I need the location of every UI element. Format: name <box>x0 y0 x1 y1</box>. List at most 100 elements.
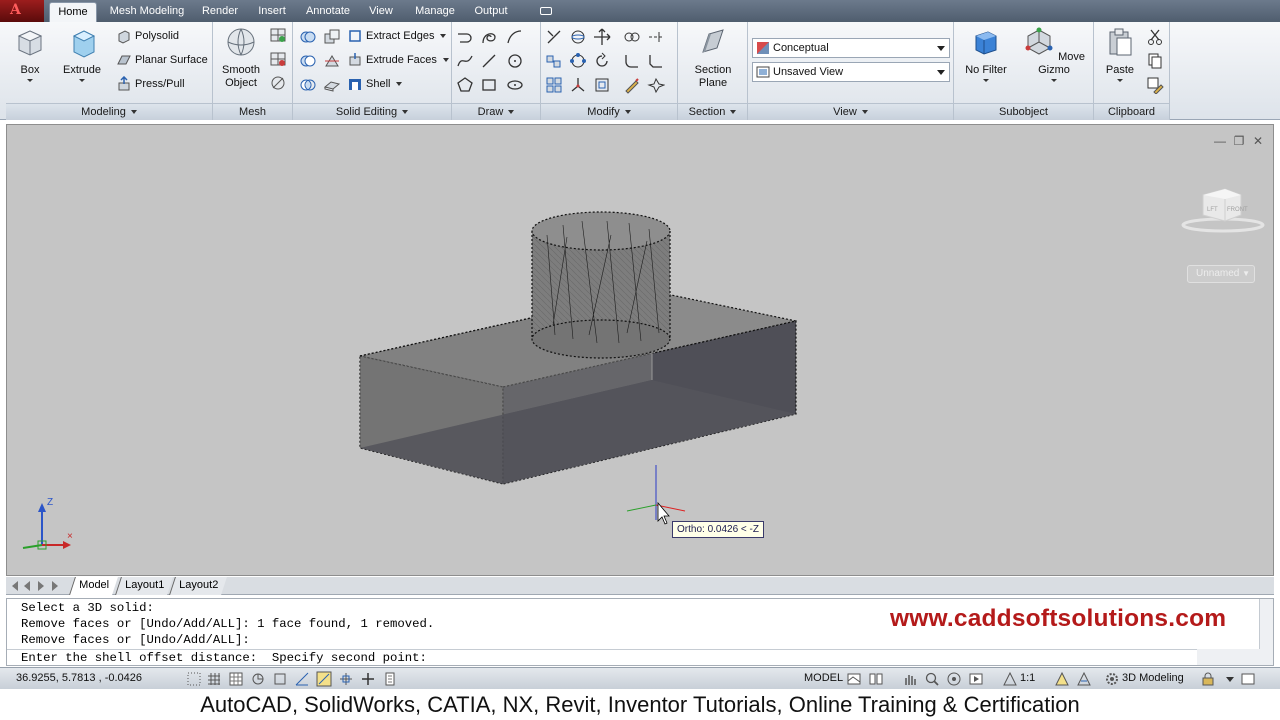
3d-array-icon[interactable] <box>545 52 563 70</box>
polyline-icon[interactable] <box>456 28 474 46</box>
spline-icon[interactable] <box>456 52 474 70</box>
command-input[interactable]: Enter the shell offset distance: Specify… <box>7 649 1197 666</box>
last-layout-icon[interactable] <box>52 581 58 591</box>
mesh-crease-icon[interactable] <box>269 50 287 68</box>
tab-insert[interactable]: Insert <box>250 2 294 22</box>
helix-icon[interactable] <box>480 28 498 46</box>
move-gizmo-button[interactable]: Move Gizmo <box>1020 26 1088 82</box>
ribbon-minimize-icon[interactable] <box>540 7 552 15</box>
planar-surface-button[interactable]: Planar Surface <box>116 50 208 70</box>
3d-mirror-icon[interactable] <box>623 28 641 46</box>
clean-screen-icon[interactable] <box>1240 671 1256 687</box>
layout-tab-layout2[interactable]: Layout2 <box>169 577 228 595</box>
extract-edges-button[interactable]: Extract Edges <box>347 26 447 46</box>
fillet-icon[interactable] <box>623 52 641 70</box>
panel-title-solid-editing[interactable]: Solid Editing <box>293 103 451 120</box>
3d-model-canvas[interactable]: Z × <box>7 125 1273 575</box>
3d-array-rect-icon[interactable] <box>545 76 563 94</box>
copy-icon[interactable] <box>1146 52 1164 70</box>
subtract-icon[interactable] <box>299 52 317 70</box>
saved-view-dropdown[interactable]: Unsaved View <box>752 62 950 82</box>
lock-icon[interactable] <box>1200 671 1216 687</box>
3d-move-icon[interactable] <box>593 28 611 46</box>
mesh-convert-icon[interactable] <box>269 74 287 92</box>
no-filter-button[interactable]: No Filter <box>962 26 1010 82</box>
circle-icon[interactable] <box>506 52 524 70</box>
3d-align-icon[interactable] <box>545 28 563 46</box>
intersect-icon[interactable] <box>299 76 317 94</box>
coordinate-display[interactable]: 36.9255, 5.7813 , -0.0426 <box>16 672 142 684</box>
3d-object-snap-icon[interactable] <box>316 671 332 687</box>
rotate-icon[interactable] <box>593 52 611 70</box>
panel-title-view[interactable]: View <box>748 103 953 120</box>
prev-layout-icon[interactable] <box>24 581 30 591</box>
polygon-icon[interactable] <box>456 76 474 94</box>
slice-icon[interactable] <box>323 52 341 70</box>
showmotion-icon[interactable] <box>968 671 984 687</box>
snap-mode-icon[interactable] <box>206 671 222 687</box>
chamfer-icon[interactable] <box>647 52 665 70</box>
offset-icon[interactable] <box>593 76 611 94</box>
tab-mesh-modeling[interactable]: Mesh Modeling <box>104 2 190 22</box>
section-plane-button[interactable]: Section Plane <box>690 26 736 90</box>
press-pull-button[interactable]: Press/Pull <box>116 74 185 94</box>
drawing-viewport[interactable]: — ❐ ✕ Z × LFT FRONT Unnamed ▼ Ortho: 0.0… <box>6 124 1274 576</box>
steering-wheel-icon[interactable] <box>946 671 962 687</box>
tab-manage[interactable]: Manage <box>408 2 462 22</box>
tab-render[interactable]: Render <box>196 2 244 22</box>
panel-title-section[interactable]: Section <box>678 103 747 120</box>
workspace-gear-icon[interactable] <box>1104 671 1120 687</box>
tab-home[interactable]: Home <box>49 2 97 22</box>
match-properties-icon[interactable] <box>1146 76 1164 94</box>
rectangle-icon[interactable] <box>480 76 498 94</box>
mesh-refine-icon[interactable] <box>269 26 287 44</box>
tab-annotate[interactable]: Annotate <box>300 2 356 22</box>
quick-view-layouts-icon[interactable] <box>846 671 862 687</box>
cut-icon[interactable] <box>1146 28 1164 46</box>
ucs-menu[interactable]: Unnamed ▼ <box>1187 265 1255 283</box>
layout-tab-layout1[interactable]: Layout1 <box>115 577 174 595</box>
annotation-scale-icon[interactable] <box>1002 671 1018 687</box>
box-button[interactable]: Box <box>12 26 48 82</box>
object-snap-tracking-icon[interactable] <box>338 671 354 687</box>
3d-rotate-icon[interactable] <box>569 28 587 46</box>
layout-tab-model[interactable]: Model <box>69 577 118 595</box>
command-scrollbar[interactable] <box>1259 599 1273 649</box>
shell-button[interactable]: Shell <box>347 74 403 94</box>
dynamic-input-icon[interactable] <box>382 671 398 687</box>
next-layout-icon[interactable] <box>38 581 44 591</box>
viewcube-icon[interactable]: LFT FRONT <box>1181 185 1265 233</box>
auto-scale-icon[interactable] <box>1076 671 1092 687</box>
extrude-button[interactable]: Extrude <box>60 26 104 82</box>
visual-style-dropdown[interactable]: Conceptual <box>752 38 950 58</box>
tab-view[interactable]: View <box>362 2 400 22</box>
workspace-switch[interactable]: 3D Modeling <box>1122 672 1184 684</box>
command-horizontal-scrollbar[interactable] <box>1197 649 1273 665</box>
line-icon[interactable] <box>480 52 498 70</box>
annotation-scale-value[interactable]: 1:1 <box>1020 672 1035 684</box>
panel-title-subobject[interactable]: Subobject <box>954 103 1093 120</box>
ortho-mode-icon[interactable] <box>250 671 266 687</box>
interfere-icon[interactable] <box>323 28 341 46</box>
line-arc-icon[interactable] <box>506 28 524 46</box>
polysolid-button[interactable]: Polysolid <box>116 26 179 46</box>
panel-title-draw[interactable]: Draw <box>452 103 540 120</box>
explode-icon[interactable] <box>647 76 665 94</box>
tab-output[interactable]: Output <box>468 2 514 22</box>
erase-icon[interactable] <box>623 76 641 94</box>
paste-button[interactable]: Paste <box>1100 26 1140 82</box>
extrude-faces-button[interactable]: Extrude Faces <box>347 50 449 70</box>
panel-title-modify[interactable]: Modify <box>541 103 677 120</box>
status-menu-icon[interactable] <box>1222 671 1238 687</box>
pan-icon[interactable] <box>902 671 918 687</box>
panel-title-clipboard[interactable]: Clipboard <box>1094 103 1169 120</box>
3d-scale-icon[interactable] <box>569 76 587 94</box>
annotation-visibility-icon[interactable] <box>1054 671 1070 687</box>
dynamic-ucs-icon[interactable] <box>360 671 376 687</box>
polar-tracking-icon[interactable] <box>272 671 288 687</box>
application-menu-button[interactable]: A <box>0 0 44 22</box>
3d-polar-array-icon[interactable] <box>569 52 587 70</box>
panel-title-modeling[interactable]: Modeling <box>6 103 212 120</box>
viewcube[interactable]: LFT FRONT <box>1181 185 1265 236</box>
infer-constraints-icon[interactable] <box>186 671 202 687</box>
